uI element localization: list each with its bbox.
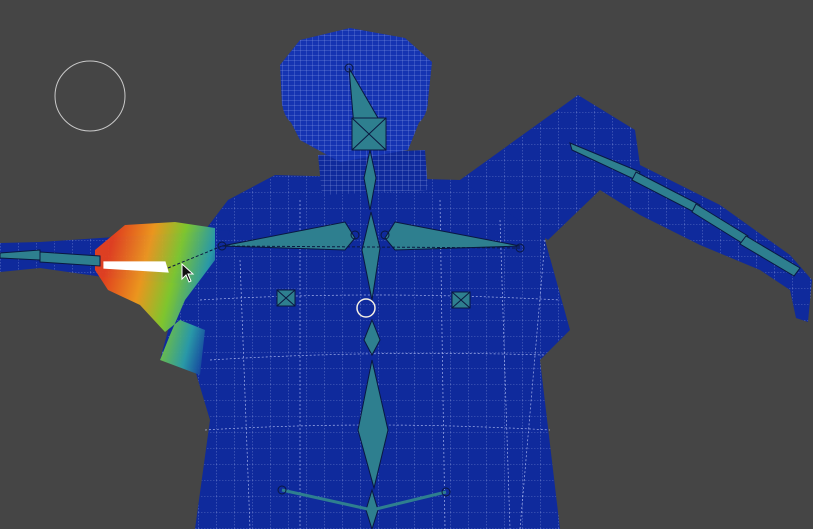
- character-mesh[interactable]: [0, 28, 812, 529]
- brush-circle-icon: [54, 60, 126, 132]
- 3d-viewport[interactable]: [0, 0, 813, 529]
